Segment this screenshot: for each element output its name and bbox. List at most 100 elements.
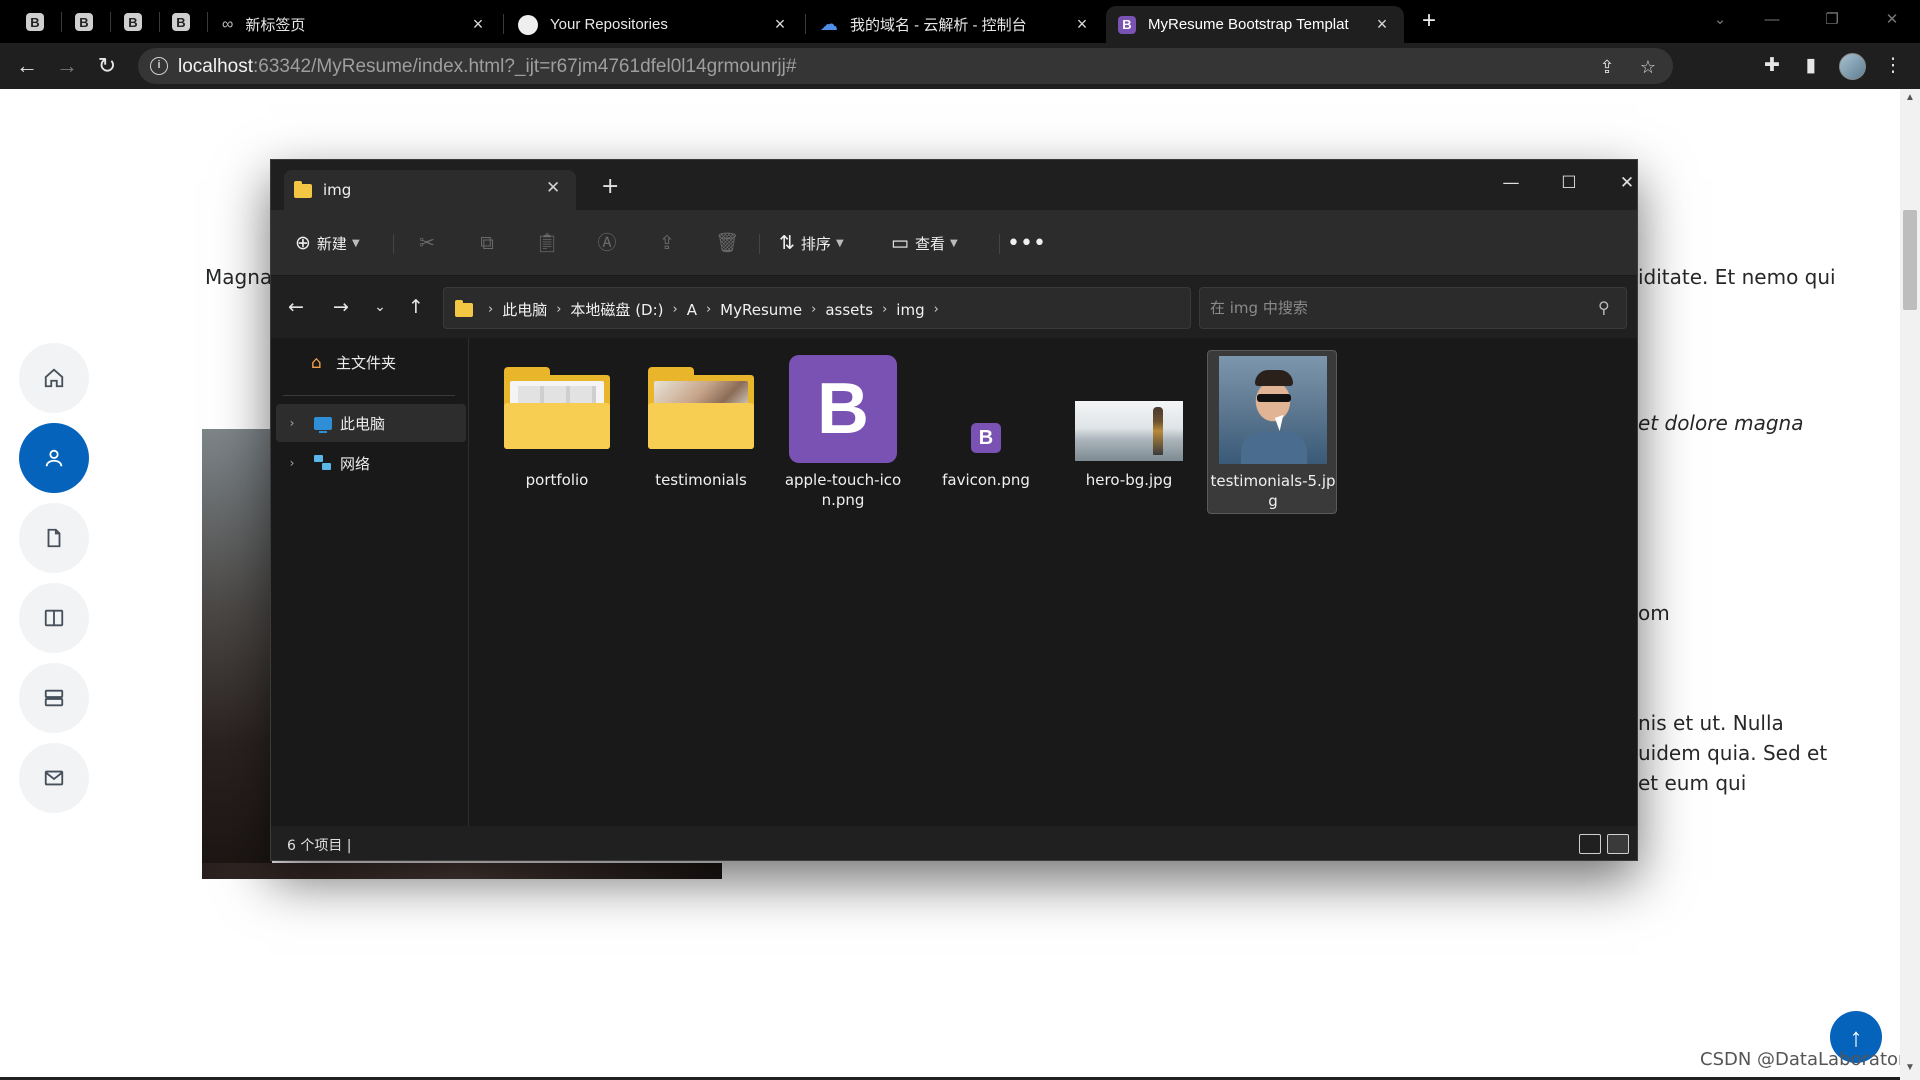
image-thumbnail	[1073, 355, 1185, 463]
nav-home-folder[interactable]: ⌂ 主文件夹	[311, 352, 396, 373]
details-view-icon[interactable]	[1579, 834, 1601, 854]
extensions-puzzle-icon[interactable]: ✚	[1759, 53, 1785, 79]
new-tab-button[interactable]: +	[1414, 8, 1444, 36]
file-item-favicon[interactable]: B favicon.png	[921, 350, 1051, 514]
pinned-tab-bootstrap[interactable]: B	[13, 8, 57, 36]
breadcrumb-item[interactable]: MyResume	[715, 301, 807, 319]
explorer-tab[interactable]: img ✕	[284, 170, 576, 210]
person-icon	[45, 449, 63, 467]
bootstrap-icon: B	[789, 355, 897, 463]
command-separator	[393, 234, 394, 254]
search-input[interactable]	[1210, 297, 1590, 319]
share-icon[interactable]: ⇪	[653, 229, 681, 257]
breadcrumb-item[interactable]: A	[682, 301, 702, 319]
watermark: CSDN @DataLaboratory	[1700, 1049, 1900, 1070]
profile-avatar[interactable]	[1839, 53, 1866, 80]
large-icons-view-icon[interactable]	[1607, 834, 1629, 854]
view-button[interactable]: ▭ 查看 ▼	[891, 229, 958, 257]
chevron-right-icon[interactable]: ›	[280, 456, 304, 470]
share-icon[interactable]: ⇪	[1595, 55, 1619, 79]
nav-this-pc[interactable]: › 此电脑	[276, 404, 466, 442]
explorer-search-box[interactable]: ⚲	[1199, 287, 1627, 329]
close-icon[interactable]: ✕	[546, 178, 560, 198]
explorer-address-bar[interactable]: › 此电脑 › 本地磁盘 (D:) › A › MyResume › asset…	[443, 287, 1342, 329]
minimize-icon[interactable]: —	[1491, 168, 1531, 198]
info-icon[interactable]: i	[150, 57, 168, 75]
delete-icon[interactable]: 🗑︎	[713, 229, 741, 257]
network-icon	[314, 455, 332, 471]
image-thumbnail: B	[787, 355, 899, 463]
nav-portfolio-button[interactable]	[19, 583, 89, 653]
search-icon[interactable]: ⚲	[1598, 298, 1610, 317]
forward-arrow-icon[interactable]: →	[52, 51, 82, 81]
recent-chevron-icon[interactable]: ⌄	[367, 294, 393, 320]
file-name: favicon.png	[942, 471, 1030, 489]
close-icon[interactable]: ×	[468, 14, 488, 35]
cut-icon[interactable]: ✂	[413, 229, 441, 257]
page-scrollbar-thumb[interactable]	[1903, 210, 1917, 310]
menu-kebab-icon[interactable]: ⋮	[1880, 53, 1906, 79]
file-item-apple-touch-icon[interactable]: B apple-touch-icon.png	[778, 350, 908, 514]
address-bar[interactable]: i localhost:63342/MyResume/index.html?_i…	[138, 48, 1673, 84]
address-url[interactable]: localhost:63342/MyResume/index.html?_ijt…	[178, 56, 796, 78]
file-item-testimonials-5[interactable]: testimonials-5.jpg	[1207, 350, 1337, 514]
chevron-right-icon: ›	[933, 302, 939, 317]
side-panel-icon[interactable]: ▮	[1798, 53, 1824, 79]
file-list-pane: portfolio testimonials B apple-touch-ico…	[470, 338, 1637, 826]
tab-search-icon[interactable]: ⌄	[1700, 5, 1740, 35]
back-arrow-icon[interactable]: ←	[283, 294, 309, 320]
tab-myresume[interactable]: B MyResume Bootstrap Templat ×	[1106, 6, 1404, 43]
nav-network[interactable]: › 网络	[276, 444, 466, 482]
nav-home-button[interactable]	[19, 343, 89, 413]
breadcrumb-item[interactable]: img	[891, 301, 929, 319]
nav-about-button[interactable]	[19, 423, 89, 493]
up-arrow-icon[interactable]: ↑	[403, 294, 429, 320]
more-options-button[interactable]: •••	[1007, 229, 1046, 257]
scroll-up-arrow-icon[interactable]: ▲	[1903, 92, 1917, 103]
breadcrumb-item[interactable]: 此电脑	[497, 299, 552, 320]
scroll-down-arrow-icon[interactable]: ▼	[1903, 1062, 1917, 1073]
breadcrumb-item[interactable]: 本地磁盘 (D:)	[565, 299, 668, 320]
sort-button[interactable]: ⇅ 排序 ▼	[779, 229, 844, 257]
close-icon[interactable]: ×	[1072, 14, 1092, 35]
file-item-testimonials[interactable]: testimonials	[636, 350, 766, 514]
pinned-tab-bootstrap[interactable]: B	[62, 8, 106, 36]
star-icon[interactable]: ☆	[1636, 55, 1660, 79]
nav-resume-button[interactable]	[19, 503, 89, 573]
tab-domain-console[interactable]: ☁ 我的域名 - 云解析 - 控制台 ×	[808, 6, 1104, 43]
new-tab-button[interactable]: +	[601, 174, 619, 199]
file-name: testimonials	[655, 471, 747, 489]
forward-arrow-icon[interactable]: →	[328, 294, 354, 320]
nav-contact-button[interactable]	[19, 743, 89, 813]
breadcrumb-item[interactable]: assets	[820, 301, 878, 319]
server-icon	[44, 689, 64, 707]
url-host: localhost	[178, 56, 253, 77]
minimize-icon[interactable]: —	[1752, 5, 1792, 35]
landscape-photo	[1075, 401, 1183, 461]
new-button[interactable]: ⊕ 新建 ▼	[295, 229, 360, 257]
page-paragraph-text: iditate. Et nemo qui	[1638, 265, 1836, 289]
maximize-icon[interactable]: ☐	[1549, 168, 1589, 198]
view-label: 查看	[914, 234, 945, 253]
back-arrow-icon[interactable]: ←	[12, 51, 42, 81]
reload-icon[interactable]: ↻	[92, 51, 122, 81]
paste-icon[interactable]: 📋︎	[533, 229, 561, 257]
chevron-right-icon: ›	[672, 302, 678, 317]
restore-icon[interactable]: ❐	[1812, 5, 1852, 35]
file-item-hero-bg[interactable]: hero-bg.jpg	[1064, 350, 1194, 514]
tab-github-repositories[interactable]: Your Repositories ×	[506, 6, 802, 43]
close-icon[interactable]: ×	[770, 14, 790, 35]
nav-services-button[interactable]	[19, 663, 89, 733]
copy-icon[interactable]: ⧉	[473, 229, 501, 257]
file-item-portfolio[interactable]: portfolio	[492, 350, 622, 514]
tab-new-tab[interactable]: ∞ 新标签页 ×	[210, 6, 500, 43]
close-window-icon[interactable]: ✕	[1872, 5, 1912, 35]
page-paragraph-text: Magna	[205, 265, 273, 289]
browser-tab-strip: B B B B ∞ 新标签页 × Your Repositories × ☁ 我…	[0, 0, 1920, 43]
rename-icon[interactable]: Ⓐ	[593, 229, 621, 257]
close-icon[interactable]: ×	[1372, 14, 1392, 35]
pinned-tab-bootstrap[interactable]: B	[159, 8, 203, 36]
chevron-right-icon[interactable]: ›	[280, 416, 304, 430]
close-window-icon[interactable]: ✕	[1607, 168, 1637, 198]
pinned-tab-bootstrap[interactable]: B	[111, 8, 155, 36]
